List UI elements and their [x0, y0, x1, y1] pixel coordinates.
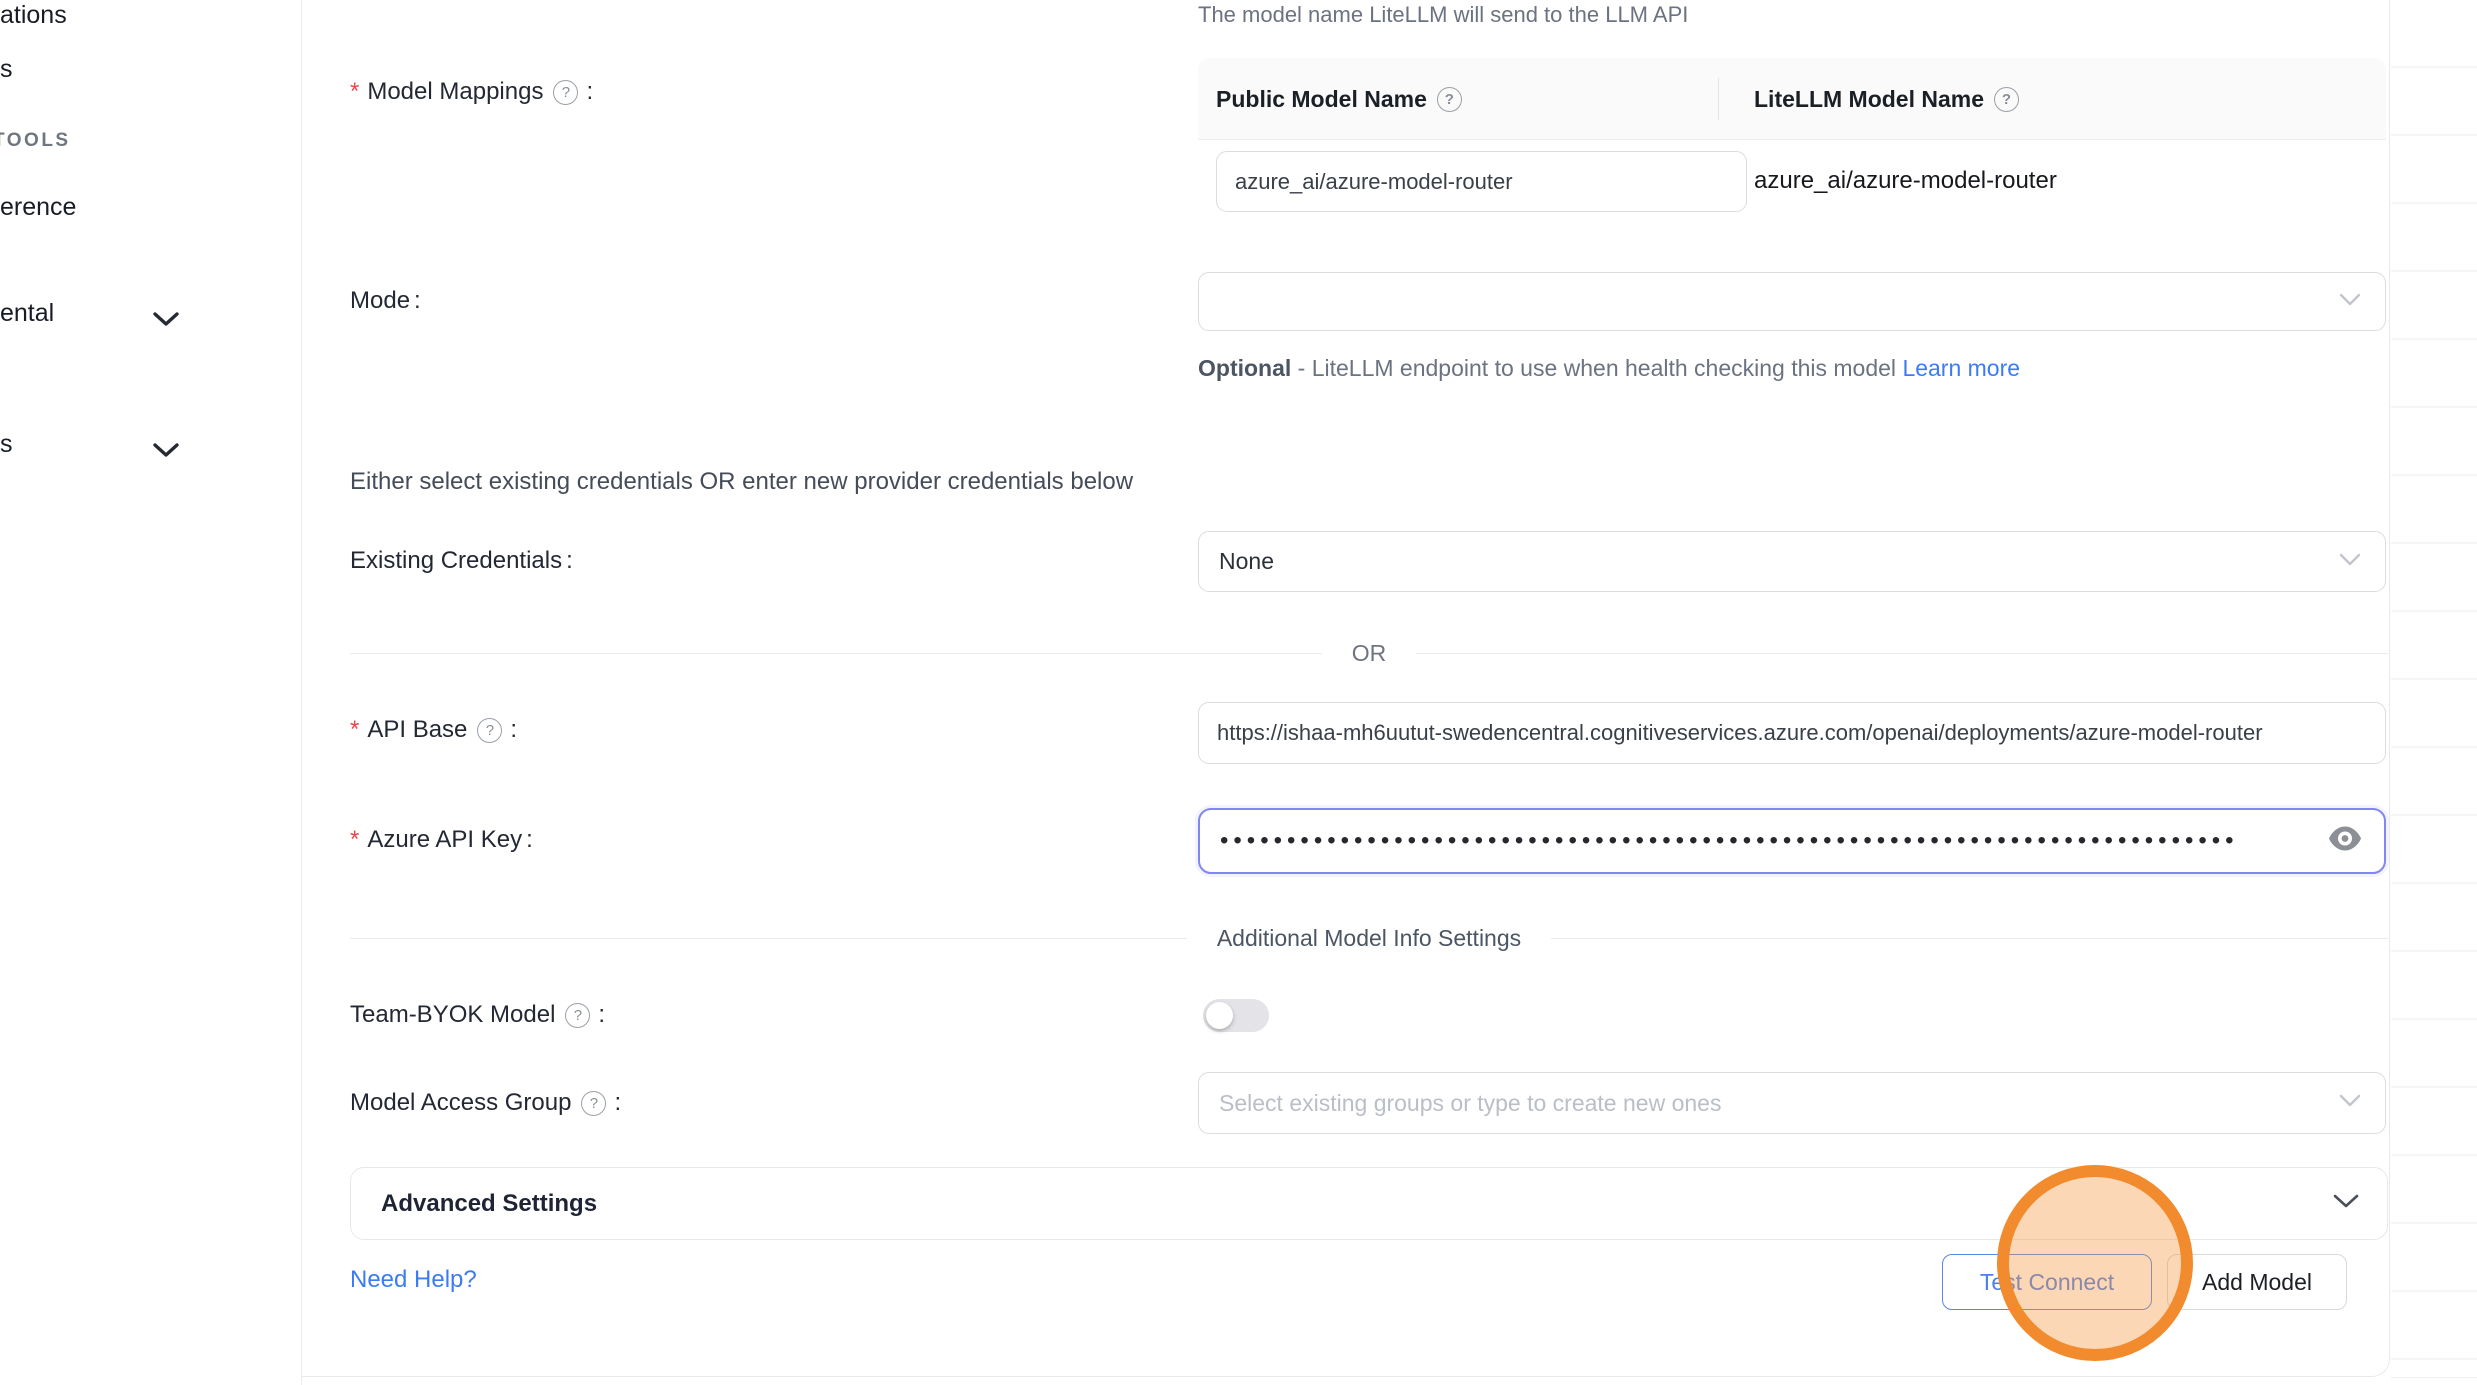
help-icon[interactable]: ? [553, 80, 578, 105]
team-byok-label: Team-BYOK Model [350, 1001, 555, 1029]
sidebar-item-label: s [0, 430, 13, 458]
sidebar-item-settings[interactable]: s [0, 430, 13, 459]
sidebar-section-tools: TOOLS [0, 130, 71, 152]
api-base-label-row: * API Base ? : [350, 712, 517, 748]
sidebar-item-experimental[interactable]: ental [0, 299, 54, 328]
mode-hint: Optional - LiteLLM endpoint to use when … [1198, 348, 2048, 388]
test-connect-button[interactable]: Test Connect [1942, 1254, 2152, 1310]
sidebar-item-label: erence [0, 193, 76, 221]
sidebar-item-label: ations [0, 1, 67, 29]
label-colon: : [566, 547, 573, 575]
mode-select[interactable] [1198, 272, 2386, 331]
existing-credentials-label-row: Existing Credentials : [350, 543, 573, 579]
mode-label: Mode [350, 287, 410, 315]
mode-hint-bold: Optional [1198, 355, 1291, 381]
mode-label-row: Mode : [350, 283, 421, 319]
column-header-public-model-name: Public Model Name ? [1216, 58, 1466, 140]
or-divider-text: OR [1352, 640, 1387, 667]
chevron-down-icon [153, 305, 179, 334]
sidebar-item[interactable]: s [0, 55, 13, 84]
mode-hint-text: - LiteLLM endpoint to use when health ch… [1291, 355, 1902, 381]
team-byok-label-row: Team-BYOK Model ? : [350, 997, 605, 1033]
model-access-group-label: Model Access Group [350, 1089, 571, 1117]
chevron-down-icon [2333, 1194, 2359, 1214]
model-access-group-placeholder: Select existing groups or type to create… [1219, 1090, 1721, 1117]
label-colon: : [526, 826, 533, 854]
existing-credentials-select[interactable]: None [1198, 531, 2386, 592]
api-base-label: API Base [367, 716, 467, 744]
additional-settings-divider-text: Additional Model Info Settings [1217, 925, 1521, 952]
model-name-hint: The model name LiteLLM will send to the … [1198, 2, 1688, 28]
chevron-down-icon [2339, 553, 2361, 571]
label-colon: : [586, 78, 593, 106]
additional-settings-divider: Additional Model Info Settings [350, 925, 2388, 951]
background-divider [2391, 1377, 2477, 1378]
toggle-knob [1206, 1002, 1233, 1029]
credentials-note: Either select existing credentials OR en… [350, 468, 1133, 496]
sidebar-item-label: ental [0, 299, 54, 327]
sidebar-item-inference[interactable]: erence [0, 193, 76, 222]
add-model-page: ations s TOOLS erence ental s The model … [0, 0, 2477, 1385]
azure-api-key-label: Azure API Key [367, 826, 522, 854]
litellm-model-name-value: azure_ai/azure-model-router [1754, 150, 2057, 211]
add-model-form: The model name LiteLLM will send to the … [302, 0, 2390, 1377]
or-divider: OR [350, 640, 2388, 666]
learn-more-link[interactable]: Learn more [1902, 355, 2020, 381]
team-byok-toggle[interactable] [1203, 999, 1269, 1032]
model-mappings-label-row: * Model Mappings ? : [350, 74, 593, 110]
required-marker: * [350, 718, 359, 742]
chevron-down-icon [2339, 1094, 2361, 1112]
sidebar: ations s TOOLS erence ental s [0, 0, 302, 1385]
need-help-link[interactable]: Need Help? [350, 1266, 477, 1294]
table-header: Public Model Name ? LiteLLM Model Name ? [1198, 58, 2386, 140]
chevron-down-icon [2339, 293, 2361, 311]
label-colon: : [614, 1089, 621, 1117]
help-icon[interactable]: ? [565, 1003, 590, 1028]
chevron-down-icon [153, 436, 179, 465]
model-access-group-select[interactable]: Select existing groups or type to create… [1198, 1072, 2386, 1134]
azure-api-key-input[interactable]: ••••••••••••••••••••••••••••••••••••••••… [1198, 808, 2386, 874]
help-icon[interactable]: ? [1994, 87, 2019, 112]
add-model-button[interactable]: Add Model [2167, 1254, 2347, 1310]
help-icon[interactable]: ? [477, 718, 502, 743]
background-table-rows [2391, 0, 2477, 1385]
existing-credentials-label: Existing Credentials [350, 547, 562, 575]
sidebar-section-label: TOOLS [0, 130, 71, 151]
help-icon[interactable]: ? [581, 1091, 606, 1116]
advanced-settings-label: Advanced Settings [381, 1190, 597, 1218]
eye-icon[interactable] [2328, 826, 2362, 857]
required-marker: * [350, 80, 359, 104]
api-base-input[interactable] [1198, 702, 2386, 764]
label-colon: : [510, 716, 517, 744]
help-icon[interactable]: ? [1437, 87, 1462, 112]
required-marker: * [350, 828, 359, 852]
masked-api-key: ••••••••••••••••••••••••••••••••••••••••… [1220, 827, 2300, 855]
sidebar-item-label: s [0, 55, 13, 83]
public-model-name-input[interactable] [1216, 151, 1747, 212]
model-access-group-label-row: Model Access Group ? : [350, 1085, 621, 1121]
column-divider [1718, 78, 1719, 120]
model-mappings-label: Model Mappings [367, 78, 543, 106]
azure-api-key-label-row: * Azure API Key : [350, 822, 533, 858]
model-mappings-table: Public Model Name ? LiteLLM Model Name ?… [1198, 58, 2386, 226]
label-colon: : [598, 1001, 605, 1029]
sidebar-item-organizations[interactable]: ations [0, 1, 67, 30]
advanced-settings-panel[interactable]: Advanced Settings [350, 1167, 2388, 1240]
column-header-litellm-model-name: LiteLLM Model Name ? [1754, 58, 2023, 140]
label-colon: : [414, 287, 421, 315]
existing-credentials-value: None [1219, 548, 1274, 575]
